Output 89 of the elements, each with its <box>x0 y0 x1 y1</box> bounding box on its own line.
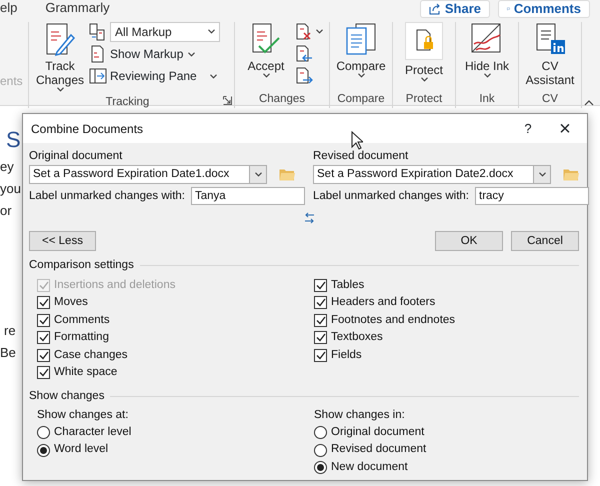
group-label: Show changes at: <box>37 408 128 421</box>
document-text: or <box>0 203 12 218</box>
document-text: ey <box>0 159 14 174</box>
checkbox[interactable] <box>314 278 327 292</box>
field-label: Label unmarked changes with: <box>29 188 185 204</box>
ribbon-button[interactable]: Track Changes <box>35 22 85 95</box>
checkbox-label: Case changes <box>54 348 128 363</box>
group-label: Ink <box>479 93 495 105</box>
caret-icon <box>208 29 215 34</box>
ribbon-tab[interactable]: Grammarly <box>45 0 110 16</box>
checkbox[interactable] <box>314 296 327 310</box>
caret-icon <box>538 172 546 178</box>
checkbox[interactable] <box>314 331 327 344</box>
checkbox[interactable] <box>314 314 327 327</box>
document-text: you <box>0 181 21 196</box>
share-icon <box>428 3 441 15</box>
documents-icon <box>344 22 378 56</box>
document-text: Be <box>0 345 16 360</box>
pane-icon <box>89 66 107 84</box>
radio-label: Revised document <box>331 442 426 458</box>
checkbox[interactable] <box>37 296 50 310</box>
document-combobox[interactable]: Set a Password Expiration Date2.docx <box>313 165 551 184</box>
checkbox[interactable] <box>314 348 327 362</box>
radio-button[interactable] <box>314 461 327 474</box>
text-field[interactable]: tracy <box>475 187 589 206</box>
checkbox-label: White space <box>54 365 118 380</box>
checkbox-label: Textboxes <box>331 330 383 346</box>
ribbon-button[interactable]: Protect <box>399 22 449 92</box>
checkbox[interactable] <box>37 331 50 344</box>
radio-button[interactable] <box>37 426 50 439</box>
markup-dropdown[interactable]: All Markup <box>110 22 220 42</box>
checkbox[interactable] <box>37 366 50 380</box>
document-next-icon <box>295 66 313 84</box>
radio-label: Character level <box>54 424 132 440</box>
ribbon-button[interactable]: CV Assistant <box>525 22 575 92</box>
group-label: Changes <box>258 93 306 105</box>
ribbon-tab[interactable]: elp <box>0 0 18 16</box>
field-label: Revised document <box>313 149 410 164</box>
radio-label: New document <box>331 460 408 475</box>
radio-label: Original document <box>331 424 424 440</box>
checkbox-label: Moves <box>54 295 88 310</box>
checkbox-label: Comments <box>54 312 110 328</box>
document-combobox[interactable]: Set a Password Expiration Date1.docx <box>29 165 267 184</box>
collapse-ribbon-icon[interactable] <box>584 100 594 106</box>
group-label: Tracking <box>106 96 150 108</box>
share-button[interactable]: Share <box>420 0 490 18</box>
document-previous-icon <box>295 44 313 62</box>
group-label: Compare <box>337 93 385 105</box>
ribbon-icon-button[interactable] <box>295 22 323 41</box>
dialog-title: Combine Documents <box>31 120 144 138</box>
less-button[interactable]: << Less <box>29 231 96 252</box>
ribbon-button[interactable]: Compare <box>336 22 386 92</box>
ribbon-button[interactable]: Reviewing Pane <box>89 66 220 85</box>
checkbox-label: Footnotes and endnotes <box>331 312 456 328</box>
checkbox[interactable] <box>37 348 50 362</box>
cancel-button[interactable]: Cancel <box>511 231 579 252</box>
caret-icon <box>254 172 262 178</box>
ribbon-button[interactable]: Show Markup <box>89 44 220 63</box>
radio-button[interactable] <box>314 426 327 439</box>
ribbon-button[interactable]: Accept <box>241 22 291 92</box>
ok-button[interactable]: OK <box>435 231 503 252</box>
field-label: Original document <box>29 149 124 164</box>
checkbox-label: Headers and footers <box>331 295 436 310</box>
radio-label: Word level <box>54 442 108 458</box>
document-text: re <box>4 323 16 338</box>
group-label: Show changes in: <box>314 408 405 421</box>
dialog-launcher-icon[interactable] <box>223 96 232 105</box>
checkbox[interactable] <box>37 314 50 327</box>
document-lock-icon <box>405 22 443 60</box>
document-reject-icon <box>295 22 313 40</box>
field-label: Label unmarked changes with: <box>313 188 469 204</box>
checkbox-label: Formatting <box>54 330 109 346</box>
help-button[interactable]: ? <box>513 118 543 138</box>
section-heading: Comparison settings <box>29 258 134 274</box>
radio-button[interactable] <box>314 444 327 456</box>
swap-icon[interactable] <box>304 212 314 224</box>
radio-button[interactable] <box>37 444 50 456</box>
documents-icon <box>89 22 107 40</box>
text-field[interactable]: Tanya <box>191 187 305 206</box>
group-label: CV <box>542 93 558 105</box>
checkbox-label: Fields <box>331 348 362 363</box>
group-label: Protect <box>406 93 442 105</box>
document-heading: S <box>6 127 21 152</box>
section-heading: Show changes <box>29 388 104 404</box>
checkbox-label: Tables <box>331 278 364 293</box>
ribbon-button[interactable]: Hide Ink <box>462 22 512 92</box>
comments-button[interactable]: Comments <box>498 0 590 18</box>
checkbox-label: Insertions and deletions <box>54 278 176 293</box>
close-button[interactable]: × <box>543 118 587 138</box>
